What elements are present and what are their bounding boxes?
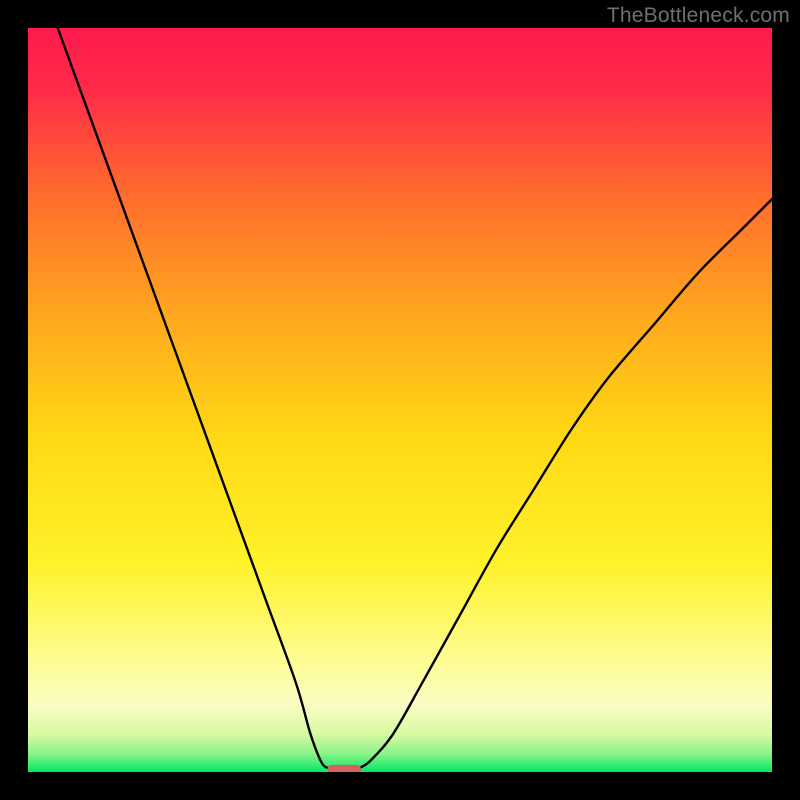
chart-svg [28, 28, 772, 772]
chart-frame: TheBottleneck.com [0, 0, 800, 800]
cusp-marker [327, 765, 360, 772]
watermark-text: TheBottleneck.com [607, 4, 790, 28]
plot-area [28, 28, 772, 772]
gradient-background [28, 28, 772, 772]
